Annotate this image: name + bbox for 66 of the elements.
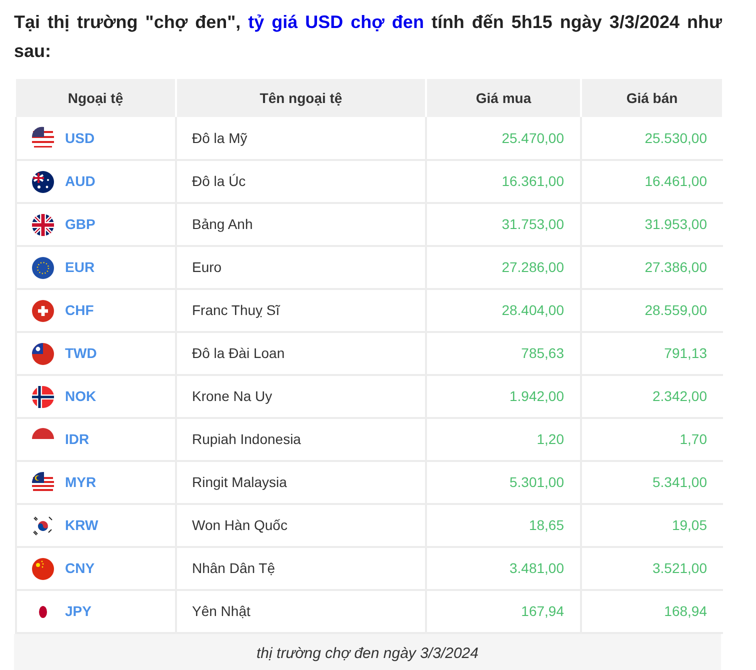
flag-icon bbox=[31, 342, 55, 366]
currency-name: Đô la Úc bbox=[192, 173, 246, 189]
buy-price: 1.942,00 bbox=[510, 388, 564, 404]
buy-price: 28.404,00 bbox=[502, 302, 564, 318]
buy-price: 25.470,00 bbox=[502, 130, 564, 146]
sell-price: 16.461,00 bbox=[644, 173, 707, 189]
flag-icon bbox=[31, 514, 55, 538]
currency-code: GBP bbox=[65, 215, 96, 234]
buy-price: 5.301,00 bbox=[510, 474, 564, 490]
column-header: Giá bán bbox=[626, 90, 678, 106]
flag-icon bbox=[31, 126, 55, 150]
currency-code: IDR bbox=[65, 430, 90, 449]
sell-price: 28.559,00 bbox=[644, 302, 707, 318]
buy-price: 785,63 bbox=[521, 345, 564, 361]
currency-code: CNY bbox=[65, 559, 95, 578]
rate-link[interactable]: tỷ giá USD chợ đen bbox=[248, 12, 424, 32]
buy-price: 27.286,00 bbox=[502, 259, 564, 275]
currency-name: Nhân Dân Tệ bbox=[192, 560, 276, 576]
currency-code: CHF bbox=[65, 301, 94, 320]
buy-price: 3.481,00 bbox=[510, 560, 564, 576]
column-header: Ngoại tệ bbox=[68, 90, 124, 106]
currency-name: Đô la Mỹ bbox=[192, 130, 248, 146]
currency-name: Euro bbox=[192, 259, 222, 275]
sell-price: 168,94 bbox=[664, 603, 707, 619]
currency-code: KRW bbox=[65, 516, 98, 535]
sell-price: 19,05 bbox=[672, 517, 707, 533]
sell-price: 3.521,00 bbox=[652, 560, 707, 576]
flag-icon bbox=[31, 170, 55, 194]
currency-name: Krone Na Uy bbox=[192, 388, 272, 404]
sell-price: 1,70 bbox=[680, 431, 707, 447]
flag-icon bbox=[31, 298, 55, 322]
column-header: Tên ngoại tệ bbox=[260, 90, 342, 106]
buy-price: 16.361,00 bbox=[502, 173, 564, 189]
sell-price: 5.341,00 bbox=[652, 474, 707, 490]
intro-paragraph: Tại thị trường "chợ đen", tỷ giá USD chợ đen tính đến 5h15 ngày 3/3/2024 như sau: bbox=[14, 11, 722, 63]
currency-code: JPY bbox=[65, 602, 92, 621]
column-header: Giá mua bbox=[476, 90, 532, 106]
flag-icon bbox=[31, 212, 55, 236]
table-caption: thị trường chợ đen ngày 3/3/2024 bbox=[14, 634, 721, 670]
currency-code: EUR bbox=[65, 258, 95, 277]
currency-code: USD bbox=[65, 128, 95, 148]
flag-icon bbox=[31, 256, 55, 280]
currency-code: TWD bbox=[65, 344, 97, 363]
currency-name: Franc Thuỵ Sĩ bbox=[192, 302, 280, 318]
currency-code: NOK bbox=[65, 387, 96, 406]
currency-name: Đô la Đài Loan bbox=[192, 345, 285, 361]
currency-name: Won Hàn Quốc bbox=[192, 517, 288, 533]
sell-price: 791,13 bbox=[664, 345, 707, 361]
currency-name: Bảng Anh bbox=[192, 216, 253, 232]
buy-price: 18,65 bbox=[528, 517, 564, 533]
currency-name: Rupiah Indonesia bbox=[192, 431, 301, 447]
flag-icon bbox=[31, 428, 55, 439]
currency-code: MYR bbox=[65, 473, 96, 492]
currency-code: AUD bbox=[65, 172, 96, 191]
sell-price: 2.342,00 bbox=[652, 388, 707, 404]
flag-icon bbox=[31, 384, 55, 408]
sell-price: 31.953,00 bbox=[644, 216, 707, 232]
currency-name: Yên Nhật bbox=[192, 603, 250, 619]
sell-price: 25.530,00 bbox=[644, 130, 707, 146]
flag-icon bbox=[39, 606, 47, 618]
sell-price: 27.386,00 bbox=[644, 259, 707, 275]
buy-price: 31.753,00 bbox=[502, 216, 564, 232]
flag-icon bbox=[31, 556, 55, 580]
buy-price: 1,20 bbox=[536, 431, 564, 447]
buy-price: 167,94 bbox=[521, 603, 564, 619]
currency-name: Ringit Malaysia bbox=[192, 474, 287, 490]
